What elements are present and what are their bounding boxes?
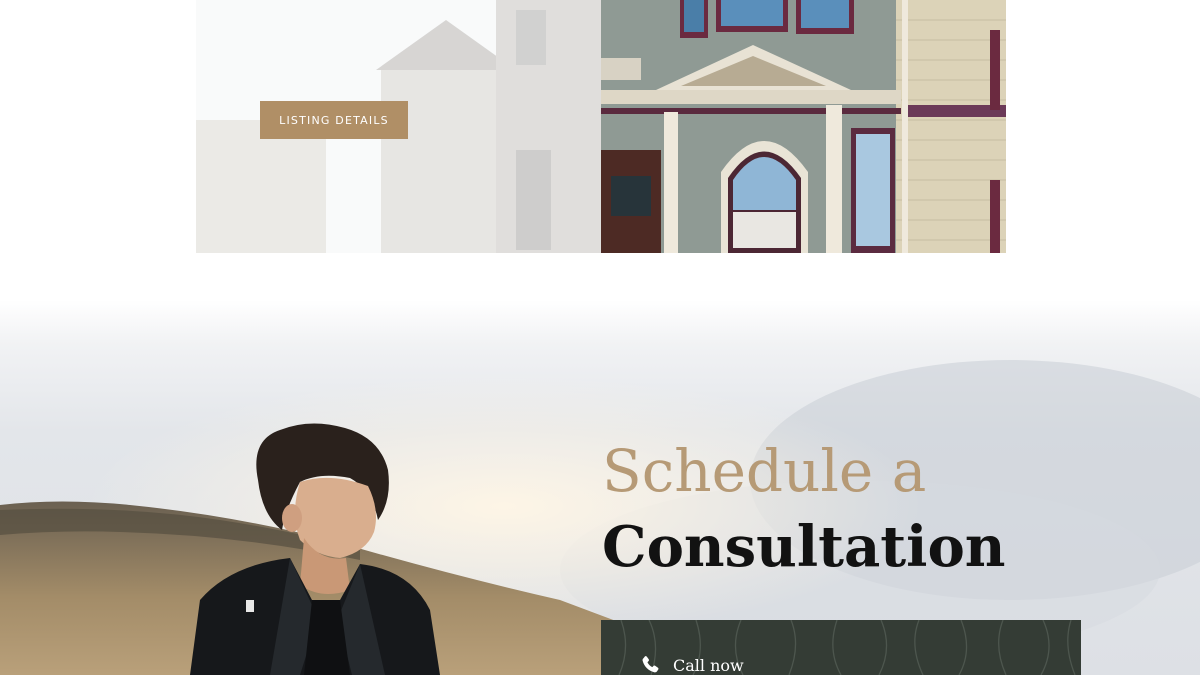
- heading-line-schedule: Schedule a: [602, 437, 927, 505]
- call-row: Call now: [639, 654, 744, 675]
- listing-section: LISTING DETAILS: [0, 0, 1200, 300]
- call-now-button[interactable]: Call now: [601, 620, 1081, 675]
- listing-details-button[interactable]: LISTING DETAILS: [260, 101, 408, 139]
- phone-icon: [642, 656, 659, 673]
- heading-line-consultation: Consultation: [602, 514, 1006, 580]
- call-now-label: Call now: [673, 655, 744, 675]
- consultation-heading: Schedule a Consultation: [602, 438, 1102, 590]
